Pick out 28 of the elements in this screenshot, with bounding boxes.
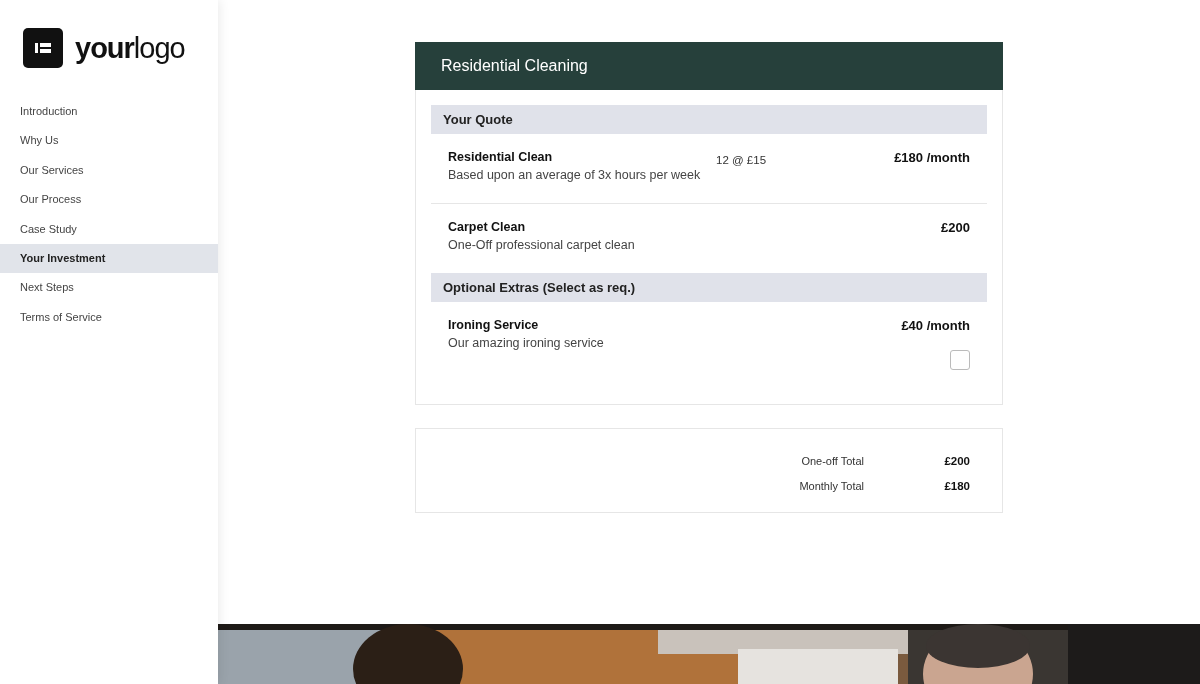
item-price: £180 /month — [894, 150, 970, 165]
item-name: Ironing Service — [448, 318, 540, 332]
total-value: £180 — [943, 480, 970, 492]
section-heading: Optional Extras (Select as req.) — [431, 273, 987, 302]
card-title: Residential Cleaning — [441, 57, 588, 75]
item-rate: 12 @ £15 — [716, 154, 767, 166]
sidebar-item[interactable]: Next Steps — [0, 273, 218, 303]
logo-text: yourlogo — [75, 31, 185, 65]
item-description: Based upon an average of 3x hours per week — [448, 167, 702, 183]
total-value: £200 — [943, 455, 970, 467]
item-description: Our amazing ironing service — [448, 335, 605, 351]
sidebar-item[interactable]: Case Study — [0, 214, 218, 244]
total-label: Monthly Total — [799, 480, 864, 492]
sidebar-item[interactable]: Why Us — [0, 126, 218, 156]
sidebar-item[interactable]: Your Investment — [0, 243, 218, 274]
logo-icon — [23, 28, 63, 68]
item-name: Residential Clean — [448, 150, 554, 164]
item-price: £200 — [941, 220, 970, 235]
total-label: One-off Total — [801, 455, 864, 467]
section-heading: Your Quote — [431, 105, 987, 134]
sidebar-item[interactable]: Our Services — [0, 155, 218, 186]
item-name: Carpet Clean — [448, 220, 527, 234]
sidebar-item[interactable]: Introduction — [0, 97, 218, 127]
item-description: One-Off professional carpet clean — [448, 237, 636, 253]
sidebar-item[interactable]: Our Process — [0, 185, 218, 215]
item-price: £40 /month — [901, 318, 970, 333]
checkbox[interactable] — [950, 350, 970, 370]
sidebar-item[interactable]: Terms of Service — [0, 302, 218, 333]
